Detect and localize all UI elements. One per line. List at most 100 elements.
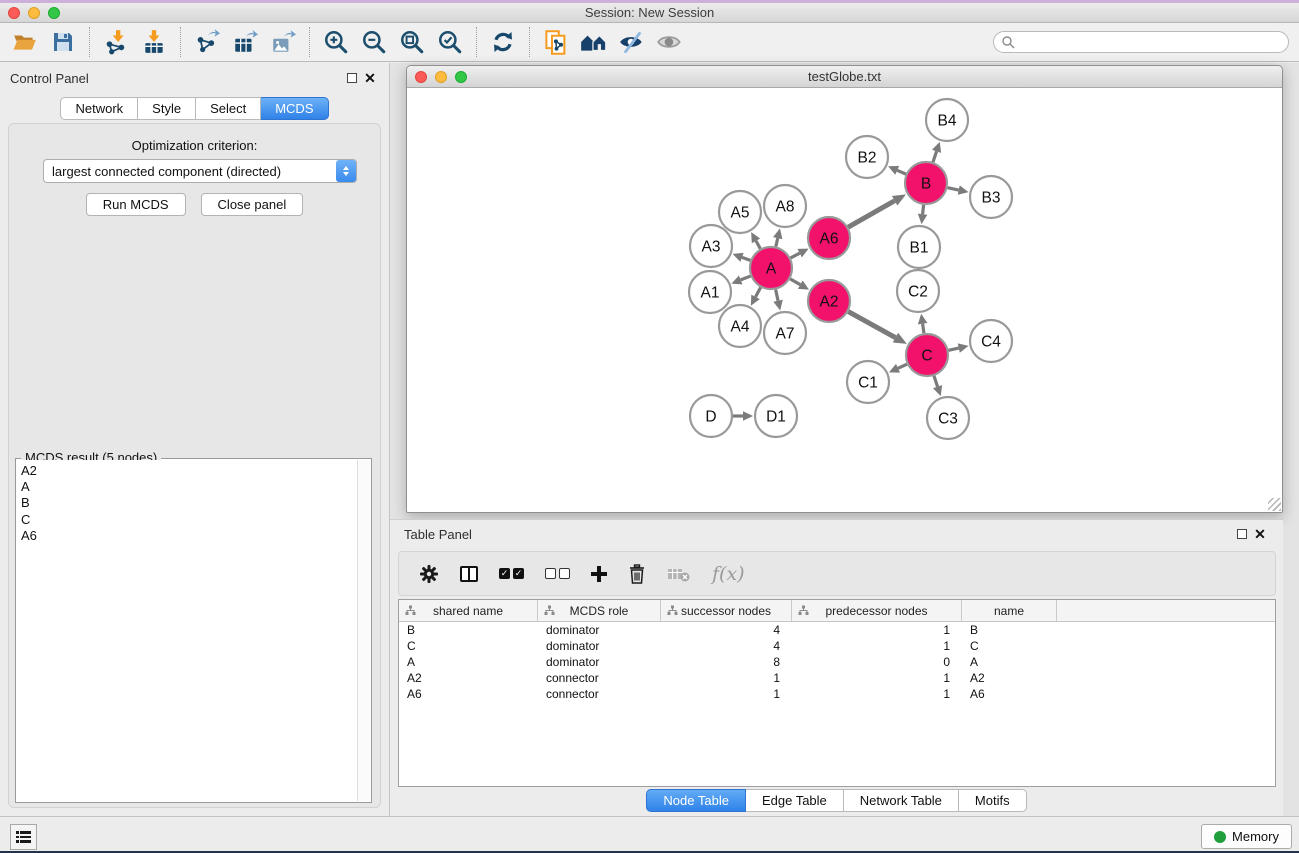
graph-node-C3[interactable]: C3 bbox=[927, 397, 969, 439]
table-cell[interactable]: B bbox=[962, 622, 1057, 638]
tab-motifs[interactable]: Motifs bbox=[959, 789, 1027, 812]
zoom-fit-button[interactable] bbox=[393, 25, 431, 59]
edge-B-B3[interactable] bbox=[948, 188, 959, 190]
create-column-button[interactable] bbox=[591, 566, 607, 582]
graph-node-B4[interactable]: B4 bbox=[926, 99, 968, 141]
optimization-criterion-select[interactable]: largest connected component (directed) bbox=[43, 159, 357, 183]
zoom-out-button[interactable] bbox=[355, 25, 393, 59]
save-session-button[interactable] bbox=[44, 25, 82, 59]
table-cell[interactable]: A bbox=[962, 654, 1057, 670]
edge-A-A4[interactable] bbox=[756, 287, 761, 296]
zoom-selected-button[interactable] bbox=[431, 25, 469, 59]
select-all-columns-button[interactable]: ✓✓ bbox=[499, 568, 524, 579]
show-all-button[interactable] bbox=[575, 25, 613, 59]
edge-A-A3[interactable] bbox=[742, 257, 750, 260]
column-header-name[interactable]: name bbox=[962, 600, 1057, 621]
export-network-button[interactable] bbox=[188, 25, 226, 59]
column-header-successor-nodes[interactable]: successor nodes bbox=[661, 600, 792, 621]
column-header-MCDS-role[interactable]: MCDS role bbox=[538, 600, 661, 621]
export-image-button[interactable] bbox=[264, 25, 302, 59]
graph-node-A[interactable]: A bbox=[750, 247, 792, 289]
edge-A-A5[interactable] bbox=[756, 241, 760, 249]
table-row[interactable]: A2connector11A2 bbox=[399, 670, 1275, 686]
table-cell[interactable]: C bbox=[399, 638, 538, 654]
float-table-panel-button[interactable] bbox=[1233, 525, 1251, 543]
table-cell[interactable]: 1 bbox=[661, 686, 792, 702]
result-item[interactable]: A6 bbox=[21, 528, 353, 544]
close-table-panel-button[interactable]: ✕ bbox=[1251, 525, 1269, 543]
zoom-in-button[interactable] bbox=[317, 25, 355, 59]
table-cell[interactable]: dominator bbox=[538, 654, 661, 670]
result-item[interactable]: B bbox=[21, 495, 353, 511]
table-cell[interactable]: C bbox=[962, 638, 1057, 654]
table-cell[interactable]: A2 bbox=[399, 670, 538, 686]
graph-node-C1[interactable]: C1 bbox=[847, 361, 889, 403]
graph-node-A7[interactable]: A7 bbox=[764, 312, 806, 354]
edge-A2-C[interactable] bbox=[848, 312, 895, 338]
edge-A-A6[interactable] bbox=[791, 253, 800, 258]
show-hidden-button[interactable] bbox=[651, 25, 689, 59]
search-input[interactable] bbox=[993, 31, 1289, 53]
table-cell[interactable]: connector bbox=[538, 670, 661, 686]
graph-node-C2[interactable]: C2 bbox=[897, 270, 939, 312]
table-cell[interactable]: dominator bbox=[538, 638, 661, 654]
run-mcds-button[interactable]: Run MCDS bbox=[86, 193, 186, 216]
graph-node-B2[interactable]: B2 bbox=[846, 136, 888, 178]
graph-node-D[interactable]: D bbox=[690, 395, 732, 437]
graph-node-A6[interactable]: A6 bbox=[808, 217, 850, 259]
result-item[interactable]: A bbox=[21, 479, 353, 495]
tab-mcds[interactable]: MCDS bbox=[261, 97, 328, 120]
table-cell[interactable]: 1 bbox=[792, 638, 962, 654]
edge-A-A8[interactable] bbox=[776, 238, 778, 246]
result-item[interactable]: A2 bbox=[21, 463, 353, 479]
table-cell[interactable]: 8 bbox=[661, 654, 792, 670]
graph-node-A1[interactable]: A1 bbox=[689, 271, 731, 313]
table-cell[interactable]: B bbox=[399, 622, 538, 638]
import-network-button[interactable] bbox=[97, 25, 135, 59]
table-cell[interactable]: 4 bbox=[661, 638, 792, 654]
table-cell[interactable]: dominator bbox=[538, 622, 661, 638]
table-cell[interactable]: 1 bbox=[792, 622, 962, 638]
edge-C-C3[interactable] bbox=[934, 376, 938, 387]
table-cell[interactable]: A2 bbox=[962, 670, 1057, 686]
table-row[interactable]: Bdominator41B bbox=[399, 622, 1275, 638]
table-cell[interactable]: connector bbox=[538, 686, 661, 702]
table-settings-button[interactable] bbox=[419, 564, 439, 584]
delete-column-button[interactable] bbox=[628, 564, 646, 584]
result-item[interactable]: C bbox=[21, 512, 353, 528]
graph-node-A8[interactable]: A8 bbox=[764, 185, 806, 227]
unselect-all-columns-button[interactable] bbox=[545, 568, 570, 579]
clone-network-button[interactable] bbox=[537, 25, 575, 59]
edge-A6-B[interactable] bbox=[848, 201, 895, 227]
table-cell[interactable]: 1 bbox=[661, 670, 792, 686]
tab-network[interactable]: Network bbox=[60, 97, 138, 120]
edge-A-A2[interactable] bbox=[790, 279, 800, 285]
import-table-button[interactable] bbox=[135, 25, 173, 59]
result-scrollbar[interactable] bbox=[357, 460, 370, 801]
table-row[interactable]: Cdominator41C bbox=[399, 638, 1275, 654]
edge-B-B4[interactable] bbox=[933, 151, 937, 162]
mcds-result-list[interactable]: A2ABCA6 bbox=[17, 460, 357, 801]
column-header-predecessor-nodes[interactable]: predecessor nodes bbox=[792, 600, 962, 621]
network-window-titlebar[interactable]: testGlobe.txt bbox=[407, 66, 1282, 88]
edge-A-A7[interactable] bbox=[776, 290, 778, 301]
edge-C-C4[interactable] bbox=[948, 348, 958, 350]
tab-network-table[interactable]: Network Table bbox=[844, 789, 959, 812]
graph-node-A2[interactable]: A2 bbox=[808, 280, 850, 322]
table-cell[interactable]: 0 bbox=[792, 654, 962, 670]
tab-style[interactable]: Style bbox=[138, 97, 196, 120]
table-cell[interactable]: 1 bbox=[792, 686, 962, 702]
close-panel-button[interactable]: ✕ bbox=[361, 69, 379, 87]
apply-layout-button[interactable] bbox=[484, 25, 522, 59]
table-row[interactable]: A6connector11A6 bbox=[399, 686, 1275, 702]
edge-C-C1[interactable] bbox=[898, 364, 907, 368]
table-cell[interactable]: A bbox=[399, 654, 538, 670]
edge-B-B2[interactable] bbox=[897, 170, 906, 174]
table-cell[interactable]: A6 bbox=[962, 686, 1057, 702]
graph-node-B[interactable]: B bbox=[905, 162, 947, 204]
table-cell[interactable]: 1 bbox=[792, 670, 962, 686]
graph-node-A4[interactable]: A4 bbox=[719, 305, 761, 347]
tab-select[interactable]: Select bbox=[196, 97, 261, 120]
graph-node-A3[interactable]: A3 bbox=[690, 225, 732, 267]
task-history-button[interactable] bbox=[10, 824, 37, 850]
